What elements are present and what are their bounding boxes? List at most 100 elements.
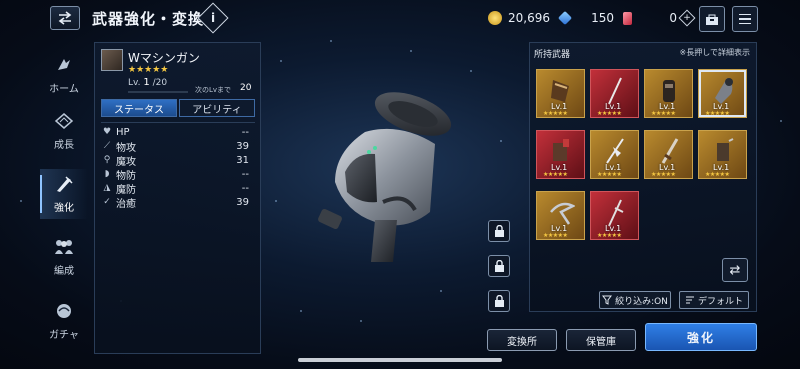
nav-item-home[interactable]: ホーム bbox=[40, 50, 88, 100]
weapon-slot[interactable]: Lv.1 ★★★★★ bbox=[536, 130, 585, 179]
stat-label: 物防 bbox=[116, 170, 136, 182]
weapon-slot[interactable]: Lv.1 ★★★★★ bbox=[590, 130, 639, 179]
back-arrow-icon bbox=[58, 11, 72, 25]
filter-funnel-icon bbox=[602, 295, 613, 305]
stat-value: 39 bbox=[236, 140, 249, 152]
nav-label: 強化 bbox=[54, 203, 74, 214]
nav-label: 成長 bbox=[54, 140, 74, 151]
stat-row-hp: ♥ HP -- bbox=[101, 122, 255, 139]
weapon-model-image bbox=[318, 92, 452, 262]
status-tabs: ステータス アビリティ bbox=[101, 99, 255, 117]
storage-button[interactable]: 保管庫 bbox=[566, 329, 636, 351]
nav-item-party[interactable]: 編成 bbox=[40, 232, 88, 282]
slot-stars: ★★★★★ bbox=[651, 110, 676, 117]
filter-button[interactable]: 絞り込み:ON bbox=[599, 291, 671, 309]
weapon-status-panel: Wマシンガン ★★★★★ Lv. 1 /20 次のLvまで 20 ステータス ア… bbox=[94, 42, 261, 354]
nav-label: ガチャ bbox=[49, 330, 79, 341]
nav-item-growth[interactable]: 成長 bbox=[40, 106, 88, 156]
slot-stars: ★★★★★ bbox=[705, 171, 730, 178]
nav-item-gacha[interactable]: ガチャ bbox=[40, 296, 88, 346]
party-icon bbox=[53, 237, 75, 257]
stat-label: 魔攻 bbox=[116, 156, 136, 168]
gem-currency[interactable]: 0 + bbox=[623, 9, 696, 27]
slot-stars: ★★★★★ bbox=[651, 171, 676, 178]
weapon-level: Lv. 1 /20 bbox=[128, 77, 167, 88]
weapon-slot[interactable]: Lv.1 ★★★★★ bbox=[590, 69, 639, 118]
stat-label: 物攻 bbox=[116, 142, 136, 154]
gold-currency: 20,696 bbox=[488, 9, 550, 27]
sort-default-button[interactable]: デフォルト bbox=[679, 291, 749, 309]
sort-lines-icon bbox=[685, 296, 694, 304]
enhance-icon bbox=[53, 174, 75, 194]
growth-icon bbox=[53, 111, 75, 131]
gold-amount: 20,696 bbox=[508, 11, 550, 25]
home-indicator-bar[interactable] bbox=[298, 358, 502, 362]
next-level-value: 20 bbox=[240, 83, 252, 93]
stat-value: 39 bbox=[236, 196, 249, 208]
sort-order-swap-button[interactable]: ⇄ bbox=[722, 258, 748, 282]
stat-row-physical-defense: ◗ 物防 -- bbox=[101, 167, 255, 182]
add-gem-plus-icon[interactable]: + bbox=[678, 9, 696, 27]
lock-button[interactable] bbox=[488, 220, 510, 242]
filter-label: 絞り込み:ON bbox=[615, 296, 668, 307]
nav-label: 編成 bbox=[54, 266, 74, 277]
slot-stars: ★★★★★ bbox=[543, 171, 568, 178]
owned-weapons-panel: 所持武器 ※長押しで詳細表示 Lv.1 ★★★★★ Lv.1 ★★★★★ Lv.… bbox=[529, 42, 757, 312]
menu-button[interactable] bbox=[732, 6, 758, 32]
nav-item-enhance[interactable]: 強化 bbox=[40, 169, 88, 219]
level-label: Lv. bbox=[128, 78, 141, 88]
gold-coin-icon bbox=[488, 11, 502, 25]
tab-ability[interactable]: アビリティ bbox=[179, 99, 255, 117]
slot-stars: ★★★★★ bbox=[543, 232, 568, 239]
gem-icon bbox=[623, 11, 632, 25]
shop-button[interactable] bbox=[699, 6, 725, 32]
stat-row-magic-attack: ⚲ 魔攻 31 bbox=[101, 153, 255, 168]
weapon-slot[interactable]: Lv.1 ★★★★★ bbox=[644, 69, 693, 118]
stat-row-physical-attack: ⟋ 物攻 39 bbox=[101, 139, 255, 154]
lock-button[interactable] bbox=[488, 255, 510, 277]
weapon-slot[interactable]: Lv.1 ★★★★★ bbox=[698, 130, 747, 179]
slot-stars: ★★★★★ bbox=[597, 110, 622, 117]
exchange-button[interactable]: 変換所 bbox=[487, 329, 557, 351]
stat-label: 治癒 bbox=[116, 198, 136, 210]
sort-label: デフォルト bbox=[697, 296, 743, 307]
magic-shield-icon: ◮ bbox=[103, 183, 111, 193]
exp-bar bbox=[128, 91, 188, 93]
next-level-label: 次のLvまで bbox=[195, 86, 232, 94]
tab-status[interactable]: ステータス bbox=[101, 99, 177, 117]
shield-icon: ◗ bbox=[104, 169, 110, 179]
sword-icon: ⟋ bbox=[103, 141, 111, 151]
weapon-rarity-stars: ★★★★★ bbox=[128, 65, 169, 75]
weapon-owner-avatar bbox=[101, 49, 123, 71]
weapon-slot-selected[interactable]: Lv.1 ★★★★★ bbox=[698, 69, 747, 118]
home-icon bbox=[53, 55, 75, 75]
slot-stars: ★★★★★ bbox=[705, 110, 730, 117]
gem-amount: 0 bbox=[669, 11, 677, 25]
staff-icon: ⚲ bbox=[103, 155, 111, 165]
lock-icon bbox=[494, 224, 504, 237]
weapon-slot[interactable]: Lv.1 ★★★★★ bbox=[644, 130, 693, 179]
level-value: 1 bbox=[143, 77, 150, 88]
stat-row-healing: ✓ 治癒 39 bbox=[101, 195, 255, 210]
slot-stars: ★★★★★ bbox=[597, 232, 622, 239]
weapon-slot[interactable]: Lv.1 ★★★★★ bbox=[536, 69, 585, 118]
healing-icon: ✓ bbox=[103, 197, 111, 207]
lock-icon bbox=[494, 259, 504, 272]
enhance-button[interactable]: 強化 bbox=[645, 323, 757, 351]
gacha-icon bbox=[53, 301, 75, 321]
crystal-currency: 150 bbox=[557, 9, 614, 27]
weapon-slot[interactable]: Lv.1 ★★★★★ bbox=[536, 191, 585, 240]
inventory-title: 所持武器 bbox=[534, 50, 571, 60]
slot-stars: ★★★★★ bbox=[597, 171, 622, 178]
shop-bag-icon bbox=[706, 14, 718, 25]
stat-value: -- bbox=[241, 126, 249, 138]
weapon-slot[interactable]: Lv.1 ★★★★★ bbox=[590, 191, 639, 240]
back-button[interactable] bbox=[50, 6, 80, 30]
lock-button[interactable] bbox=[488, 290, 510, 312]
stat-value: -- bbox=[241, 168, 249, 180]
nav-label: ホーム bbox=[49, 84, 79, 95]
crystal-amount: 150 bbox=[591, 11, 614, 25]
stat-label: 魔防 bbox=[116, 184, 136, 196]
page-title: 武器強化・変換 bbox=[92, 10, 205, 28]
weapon-name: Wマシンガン bbox=[128, 51, 200, 65]
